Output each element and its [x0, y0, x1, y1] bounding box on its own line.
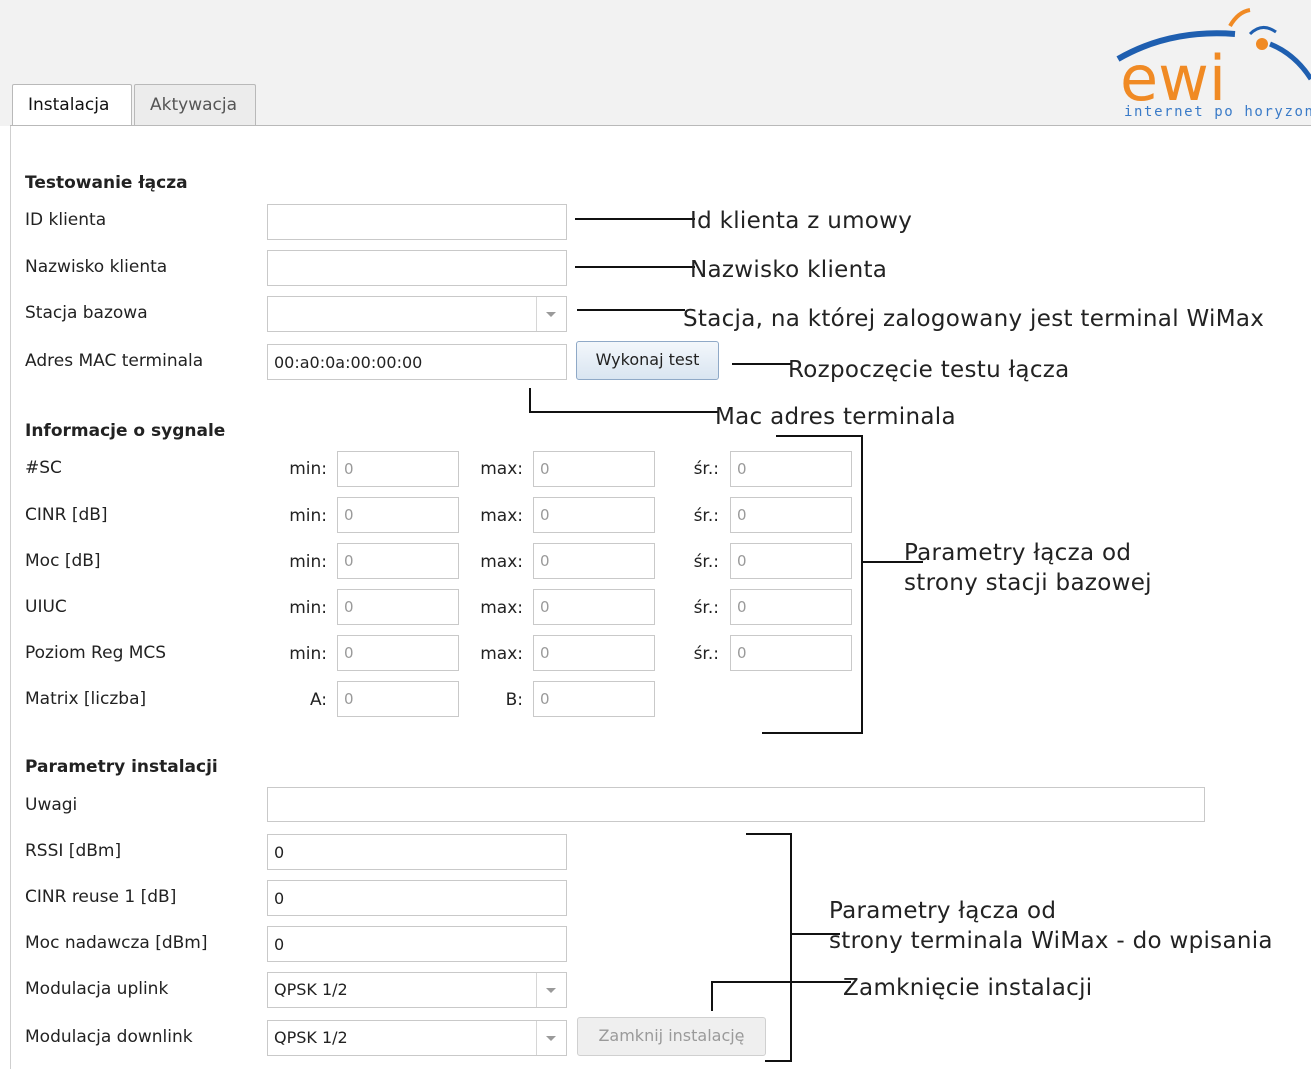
panel-left-border	[10, 126, 11, 1069]
signal-avg-input[interactable]	[730, 589, 852, 625]
notes-input[interactable]	[267, 787, 1205, 822]
avg-label: śr.:	[693, 552, 719, 572]
annotation-term-params-2: strony terminala WiMax - do wpisania	[829, 928, 1273, 954]
signal-avg-input[interactable]	[730, 451, 852, 487]
base-station-select[interactable]	[267, 296, 567, 332]
annotation-line	[577, 309, 685, 311]
uplink-select[interactable]: QPSK 1/2	[267, 972, 567, 1008]
close-install-button[interactable]: Zamknij instalację	[577, 1017, 766, 1056]
mac-label: Adres MAC terminala	[25, 351, 204, 371]
cinr-reuse-input[interactable]	[267, 880, 567, 916]
avg-label: śr.:	[693, 644, 719, 664]
notes-label: Uwagi	[25, 795, 78, 815]
downlink-label: Modulacja downlink	[25, 1027, 193, 1047]
min-label: min:	[289, 598, 327, 618]
annotation-mac: Mac adres terminala	[715, 404, 956, 430]
max-label: max:	[480, 459, 523, 479]
annotation-client-id: Id klienta z umowy	[690, 208, 913, 234]
signal-avg-input[interactable]	[730, 635, 852, 671]
annotation-line	[711, 981, 713, 1011]
mac-input[interactable]	[267, 344, 567, 380]
signal-max-input[interactable]	[533, 451, 655, 487]
max-label: max:	[480, 598, 523, 618]
max-label: max:	[480, 552, 523, 572]
run-test-button[interactable]: Wykonaj test	[576, 341, 719, 380]
annotation-line	[575, 218, 695, 220]
matrix-b-label: B:	[505, 690, 523, 710]
client-name-label: Nazwisko klienta	[25, 257, 168, 277]
signal-row-label: Moc [dB]	[25, 551, 101, 571]
min-label: min:	[289, 459, 327, 479]
tab-instalacja[interactable]: Instalacja	[12, 84, 132, 126]
min-label: min:	[289, 644, 327, 664]
bracket-line	[776, 435, 862, 437]
uplink-label: Modulacja uplink	[25, 979, 169, 999]
chevron-down-icon[interactable]	[536, 973, 566, 1007]
annotation-station: Stacja, na której zalogowany jest termin…	[683, 306, 1265, 332]
max-label: max:	[480, 506, 523, 526]
downlink-value: QPSK 1/2	[274, 1028, 348, 1047]
matrix-a-label: A:	[309, 690, 327, 710]
matrix-label: Matrix [liczba]	[25, 689, 147, 709]
logo-tagline: internet po horyzon	[1124, 104, 1311, 120]
signal-min-input[interactable]	[337, 635, 459, 671]
tx-power-input[interactable]	[267, 926, 567, 962]
min-label: min:	[289, 552, 327, 572]
client-id-input[interactable]	[267, 204, 567, 240]
signal-avg-input[interactable]	[730, 543, 852, 579]
annotation-bs-params-2: strony stacji bazowej	[904, 570, 1152, 596]
bracket-line	[861, 435, 863, 733]
signal-avg-input[interactable]	[730, 497, 852, 533]
avg-label: śr.:	[693, 459, 719, 479]
signal-max-input[interactable]	[533, 543, 655, 579]
chevron-down-icon[interactable]	[536, 297, 566, 331]
signal-max-input[interactable]	[533, 497, 655, 533]
annotation-test: Rozpoczęcie testu łącza	[788, 357, 1070, 383]
signal-row-label: CINR [dB]	[25, 505, 108, 525]
avg-label: śr.:	[693, 506, 719, 526]
bracket-line	[765, 1060, 792, 1062]
annotation-close: Zamknięcie instalacji	[843, 975, 1093, 1001]
client-name-input[interactable]	[267, 250, 567, 286]
section-link-test-title: Testowanie łącza	[25, 173, 188, 193]
signal-row-label: Poziom Reg MCS	[25, 643, 167, 663]
signal-row-label: UIUC	[25, 597, 67, 617]
annotation-line	[711, 981, 851, 983]
annotation-line	[529, 411, 719, 413]
min-label: min:	[289, 506, 327, 526]
bracket-line	[790, 833, 792, 1061]
section-signal-title: Informacje o sygnale	[25, 421, 226, 441]
annotation-line	[575, 266, 695, 268]
tabs-divider	[10, 125, 1311, 126]
downlink-select[interactable]: QPSK 1/2	[267, 1020, 567, 1056]
max-label: max:	[480, 644, 523, 664]
rssi-input[interactable]	[267, 834, 567, 870]
bracket-line	[762, 732, 863, 734]
signal-min-input[interactable]	[337, 543, 459, 579]
signal-min-input[interactable]	[337, 451, 459, 487]
bracket-line	[746, 833, 791, 835]
chevron-down-icon[interactable]	[536, 1021, 566, 1055]
annotation-term-params-1: Parametry łącza od	[829, 898, 1057, 924]
annotation-line	[529, 388, 531, 412]
section-install-title: Parametry instalacji	[25, 757, 218, 777]
signal-min-input[interactable]	[337, 497, 459, 533]
tx-power-label: Moc nadawcza [dBm]	[25, 933, 208, 953]
signal-max-input[interactable]	[533, 589, 655, 625]
annotation-bs-params-1: Parametry łącza od	[904, 540, 1132, 566]
signal-min-input[interactable]	[337, 589, 459, 625]
cinr-reuse-label: CINR reuse 1 [dB]	[25, 887, 177, 907]
tab-aktywacja[interactable]: Aktywacja	[134, 84, 256, 125]
signal-row-label: #SC	[25, 458, 62, 478]
avg-label: śr.:	[693, 598, 719, 618]
signal-max-input[interactable]	[533, 635, 655, 671]
annotation-line	[732, 363, 792, 365]
annotation-client-name: Nazwisko klienta	[690, 257, 888, 283]
client-id-label: ID klienta	[25, 210, 107, 230]
matrix-b-input[interactable]	[533, 681, 655, 717]
matrix-a-input[interactable]	[337, 681, 459, 717]
uplink-value: QPSK 1/2	[274, 980, 348, 999]
rssi-label: RSSI [dBm]	[25, 841, 122, 861]
base-station-label: Stacja bazowa	[25, 303, 148, 323]
